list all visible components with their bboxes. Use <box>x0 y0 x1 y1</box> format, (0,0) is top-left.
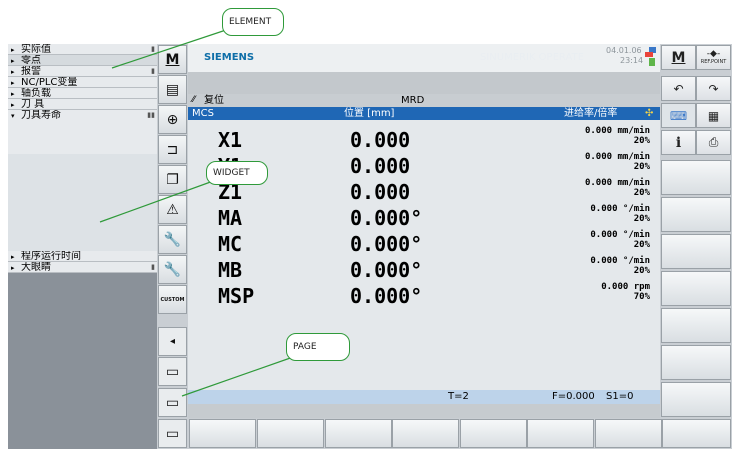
annotation-lines <box>99 27 297 397</box>
element-callout: ELEMENT <box>222 8 284 36</box>
page-callout: PAGE <box>286 333 350 361</box>
widget-callout: WIDGET <box>206 161 268 185</box>
